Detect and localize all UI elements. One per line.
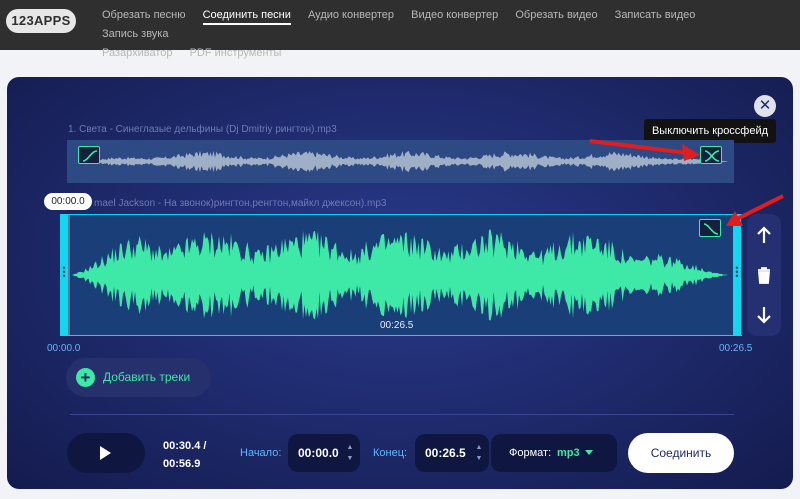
crossfade-toggle-icon[interactable] <box>700 146 722 164</box>
add-tracks-button[interactable]: + Добавить треки <box>66 358 211 397</box>
end-time-input[interactable]: 00:26.5 ▲ ▼ <box>415 434 489 472</box>
end-label: Конец: <box>373 447 408 459</box>
format-value: mp3 <box>557 447 580 459</box>
track-controls <box>747 214 781 336</box>
chevron-down-icon <box>585 450 593 455</box>
track-1-title: 1. Света - Синеглазые дельфины (Dj Dmitr… <box>68 124 337 135</box>
nav-item-cut-song[interactable]: Обрезать песню <box>102 6 186 25</box>
track-1-waveform[interactable] <box>67 140 734 183</box>
format-select[interactable]: Формат: mp3 <box>491 434 617 472</box>
plus-circle-icon: + <box>76 368 95 387</box>
format-label: Формат: <box>509 447 552 459</box>
end-time-stepper[interactable]: ▲ ▼ <box>475 442 483 464</box>
playback-time: 00:30.4 / 00:56.9 <box>163 437 206 473</box>
brand-logo[interactable]: 123APPS <box>6 9 76 33</box>
track-2-start-time: 00:00.0 <box>47 343 81 354</box>
close-icon[interactable]: ✕ <box>754 95 776 117</box>
nav-item-video-converter[interactable]: Видео конвертер <box>411 6 498 25</box>
track-1-waveform-graphic <box>77 150 728 173</box>
nav-item-cut-video[interactable]: Обрезать видео <box>515 6 597 25</box>
nav-item-record-sound[interactable]: Запись звука <box>102 25 168 44</box>
track-2-waveform[interactable] <box>60 214 742 336</box>
nav-item-audio-converter[interactable]: Аудио конвертер <box>308 6 394 25</box>
nav-item-record-video[interactable]: Записать видео <box>615 6 696 25</box>
play-button[interactable] <box>67 433 145 473</box>
nav-menu: Обрезать песню Соединить песни Аудио кон… <box>102 6 792 63</box>
nav-item-pdf-tools[interactable]: PDF инструменты <box>190 44 282 63</box>
start-time-input[interactable]: 00:00.0 ▲ ▼ <box>288 434 360 472</box>
start-time-stepper[interactable]: ▲ ▼ <box>346 442 354 464</box>
fade-out-icon[interactable] <box>699 219 721 237</box>
arrow-down-icon[interactable] <box>747 298 781 332</box>
track-2-end-handle[interactable]: • • • <box>733 214 741 336</box>
fade-in-icon[interactable] <box>78 146 100 164</box>
start-label: Начало: <box>240 447 282 459</box>
track-2-start-handle[interactable]: • • • <box>60 214 68 336</box>
add-tracks-label: Добавить треки <box>103 370 191 384</box>
divider <box>70 414 734 415</box>
start-time-value: 00:00.0 <box>298 446 339 460</box>
top-navigation-bar: 123APPS Обрезать песню Соединить песни А… <box>0 0 800 59</box>
nav-item-join-songs[interactable]: Соединить песни <box>202 8 291 25</box>
trash-icon[interactable] <box>747 258 781 292</box>
nav-item-unarchiver[interactable]: Разархиватор <box>102 44 173 63</box>
total-duration: 00:56.9 <box>163 458 201 470</box>
track-2-duration: 00:26.5 <box>380 320 414 331</box>
end-time-value: 00:26.5 <box>425 446 466 460</box>
join-button[interactable]: Соединить <box>628 433 734 473</box>
track-2-title: mael Jackson - На звонок)рингтон,ренгтон… <box>94 198 387 209</box>
track-2-waveform-graphic <box>68 215 728 335</box>
current-position: 00:30.4 / <box>163 440 207 452</box>
arrow-up-icon[interactable] <box>747 218 781 252</box>
track-2-end-time: 00:26.5 <box>719 343 753 354</box>
play-icon <box>100 446 111 460</box>
playhead-time-badge: 00:00.0 <box>44 193 92 210</box>
